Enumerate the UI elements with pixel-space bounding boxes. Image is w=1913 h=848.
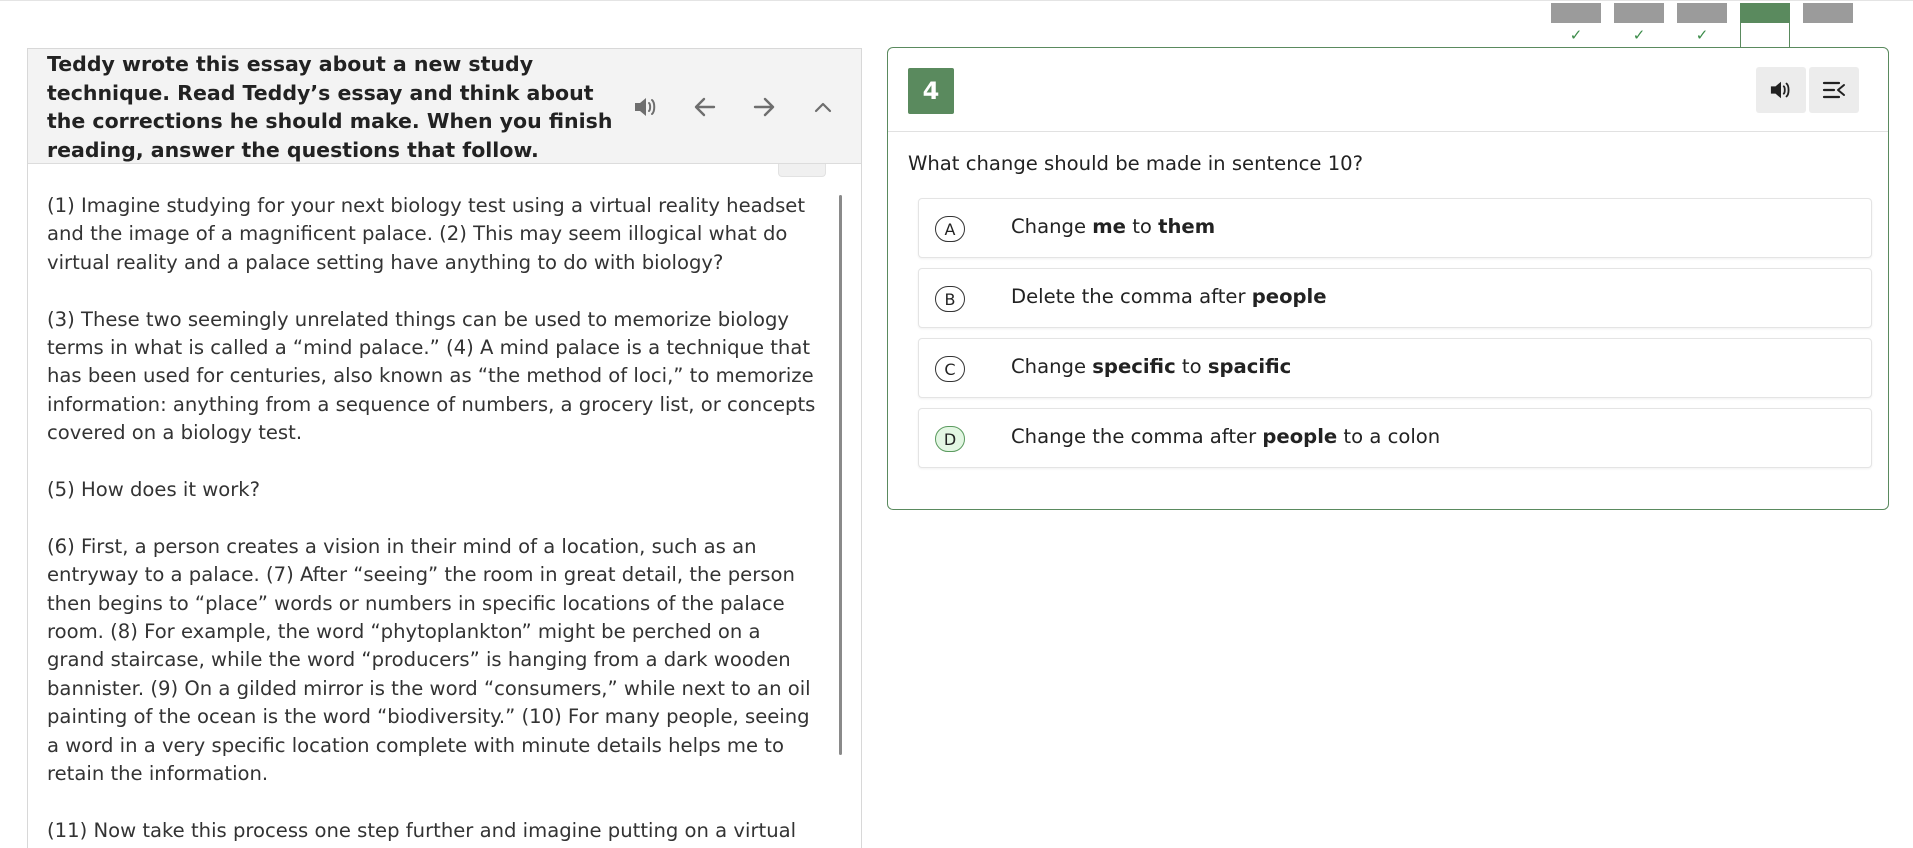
next-button[interactable] <box>744 87 784 127</box>
answer-option-c[interactable]: C Change specific to spacific <box>918 338 1872 398</box>
option-text-d: Change the comma after people to a colon <box>1011 425 1441 448</box>
arrow-right-icon <box>753 97 775 117</box>
question-prompt: What change should be made in sentence 1… <box>908 152 1364 175</box>
check-icon: ✓ <box>1569 26 1583 44</box>
option-letter-b: B <box>935 286 965 312</box>
paragraph-5: (11) Now take this process one step furt… <box>47 818 797 842</box>
option-text-a: Change me to them <box>1011 215 1216 238</box>
passage-audio-button[interactable] <box>626 87 666 127</box>
panel-tab-stub <box>778 164 826 177</box>
passage-header: Teddy wrote this essay about a new study… <box>28 49 861 164</box>
question-panel: 4 What change should be made in sentence… <box>887 47 1889 510</box>
answer-option-d[interactable]: D Change the comma after people to a col… <box>918 408 1872 468</box>
question-progress-bar: ✓ ✓ ✓ <box>0 0 1913 49</box>
paragraph-2: (3) These two seemingly unrelated things… <box>47 307 816 445</box>
check-icon: ✓ <box>1695 26 1709 44</box>
speaker-icon <box>635 98 656 116</box>
answer-option-a[interactable]: A Change me to them <box>918 198 1872 258</box>
question-number-badge: 4 <box>908 68 954 114</box>
option-letter-c: C <box>935 356 965 382</box>
passage-panel: Teddy wrote this essay about a new study… <box>27 48 862 848</box>
previous-button[interactable] <box>685 87 725 127</box>
option-letter-d: D <box>935 426 965 452</box>
current-tab-indicator <box>1740 3 1790 49</box>
line-reader-button[interactable] <box>1809 67 1859 113</box>
passage-instructions: Teddy wrote this essay about a new study… <box>47 52 613 162</box>
passage-text: (1) Imagine studying for your next biolo… <box>47 192 861 848</box>
check-icon: ✓ <box>1632 26 1646 44</box>
progress-tab-1[interactable] <box>1551 3 1601 23</box>
collapse-button[interactable] <box>803 87 843 127</box>
progress-tab-2[interactable] <box>1614 3 1664 23</box>
paragraph-4: (6) First, a person creates a vision in … <box>47 534 811 786</box>
paragraph-1: (1) Imagine studying for your next biolo… <box>47 194 806 274</box>
paragraph-3: (5) How does it work? <box>47 478 261 502</box>
option-letter-a: A <box>935 216 965 242</box>
arrow-left-icon <box>694 97 716 117</box>
question-audio-button[interactable] <box>1756 67 1806 113</box>
progress-tab-5[interactable] <box>1803 3 1853 23</box>
progress-tab-3[interactable] <box>1677 3 1727 23</box>
line-reader-icon <box>1822 81 1845 99</box>
passage-scrollbar[interactable] <box>839 195 842 755</box>
question-header: 4 <box>888 48 1888 132</box>
answer-option-b[interactable]: B Delete the comma after people <box>918 268 1872 328</box>
chevron-up-icon <box>814 102 832 113</box>
option-text-c: Change specific to spacific <box>1011 355 1292 378</box>
option-text-b: Delete the comma after people <box>1011 285 1327 308</box>
speaker-icon <box>1770 81 1790 99</box>
